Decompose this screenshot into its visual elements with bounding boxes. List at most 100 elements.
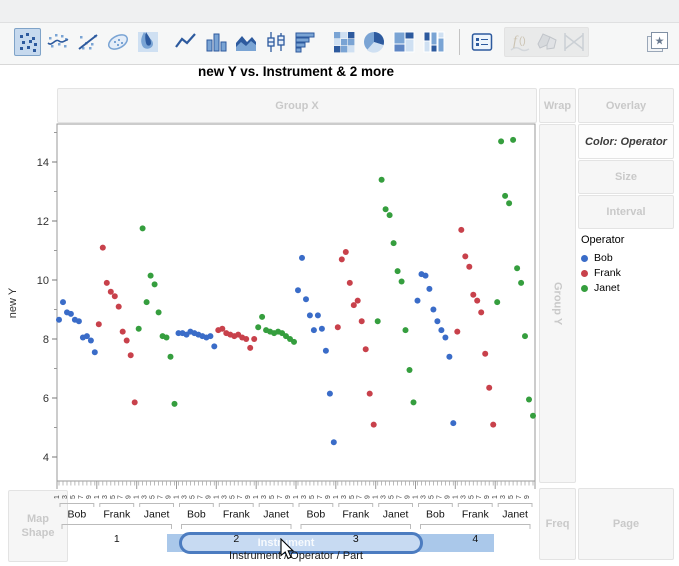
svg-text:5: 5 — [269, 495, 276, 499]
interval-drop-zone[interactable]: Interval — [578, 195, 674, 229]
svg-text:5: 5 — [389, 495, 396, 499]
star-window-button[interactable]: ★ — [645, 29, 671, 55]
svg-text:7: 7 — [197, 495, 204, 499]
graph-builder-window: f() ★ new Y vs. Instrument & 2 more Grou… — [0, 0, 679, 566]
svg-text:3: 3 — [301, 495, 308, 499]
tool-parallel-button[interactable] — [560, 28, 587, 56]
wrap-drop-zone[interactable]: Wrap — [539, 88, 576, 123]
plot-area[interactable] — [57, 124, 535, 481]
star-windows-icon: ★ — [645, 29, 671, 55]
line-of-fit-icon — [76, 30, 100, 54]
wrap-label: Wrap — [544, 99, 571, 113]
overlay-drop-zone[interactable]: Overlay — [578, 88, 674, 123]
group-x-drop-zone[interactable]: Group X — [57, 88, 537, 123]
svg-text:5: 5 — [110, 495, 117, 499]
control-panel-icon — [470, 30, 494, 54]
svg-text:Frank: Frank — [103, 509, 131, 521]
tool-heatmap-button[interactable] — [330, 28, 357, 56]
tool-bar-button[interactable] — [202, 28, 229, 56]
legend-entry-label: Janet — [594, 282, 620, 294]
legend-entry-frank[interactable]: Frank — [581, 267, 624, 279]
svg-text:7: 7 — [78, 495, 85, 499]
svg-text:Frank: Frank — [462, 509, 490, 521]
size-drop-zone[interactable]: Size — [578, 160, 674, 194]
box-plot-icon — [264, 30, 288, 54]
svg-text:1: 1 — [94, 495, 101, 499]
tool-area-button[interactable] — [232, 28, 259, 56]
svg-text:7: 7 — [476, 495, 483, 499]
svg-text:3: 3 — [182, 495, 189, 499]
svg-text:7: 7 — [357, 495, 364, 499]
svg-text:1: 1 — [333, 495, 340, 499]
mosaic-icon — [422, 30, 446, 54]
svg-text:Janet: Janet — [502, 509, 528, 521]
mouse-cursor — [280, 538, 296, 560]
svg-text:9: 9 — [205, 495, 212, 499]
svg-text:3: 3 — [102, 495, 109, 499]
legend-entry-bob[interactable]: Bob — [581, 252, 624, 264]
group-y-drop-zone[interactable]: Group Y — [539, 124, 576, 483]
svg-text:9: 9 — [86, 495, 93, 499]
tool-map-shapes-button[interactable] — [533, 28, 560, 56]
bar-icon — [204, 30, 228, 54]
pie-icon — [362, 30, 386, 54]
svg-text:1: 1 — [413, 495, 420, 499]
tool-points-button[interactable] — [14, 28, 41, 56]
svg-text:9: 9 — [166, 495, 173, 499]
svg-text:4: 4 — [43, 452, 49, 464]
tool-mosaic-button[interactable] — [420, 28, 447, 56]
tool-pie-button[interactable] — [360, 28, 387, 56]
legend-entry-label: Bob — [594, 252, 613, 264]
tool-formula-button[interactable]: f() — [506, 28, 533, 56]
group-y-label: Group Y — [551, 282, 565, 325]
tool-control-panel-button[interactable] — [468, 28, 495, 56]
tool-contour-button[interactable] — [134, 28, 161, 56]
svg-text:7: 7 — [118, 495, 125, 499]
svg-text:9: 9 — [285, 495, 292, 499]
legend-entry-label: Frank — [594, 267, 621, 279]
svg-text:7: 7 — [397, 495, 404, 499]
tool-treemap-button[interactable] — [390, 28, 417, 56]
treemap-icon — [392, 30, 416, 54]
scatter-points[interactable] — [56, 137, 536, 445]
smoother-icon — [46, 30, 70, 54]
svg-text:10: 10 — [37, 275, 49, 287]
svg-text:5: 5 — [468, 495, 475, 499]
freq-drop-zone[interactable]: Freq — [539, 488, 576, 560]
freq-label: Freq — [546, 517, 570, 531]
svg-text:1: 1 — [134, 495, 141, 499]
heatmap-icon — [332, 30, 356, 54]
overlay-label: Overlay — [606, 99, 646, 113]
svg-text:1: 1 — [114, 533, 120, 545]
svg-text:1: 1 — [452, 495, 459, 499]
tool-ellipse-button[interactable] — [104, 28, 131, 56]
ellipse-icon — [106, 30, 130, 54]
svg-text:3: 3 — [341, 495, 348, 499]
y-axis-title[interactable]: new Y — [7, 287, 19, 318]
svg-text:9: 9 — [325, 495, 332, 499]
svg-text:9: 9 — [484, 495, 491, 499]
tool-line-of-fit-button[interactable] — [74, 28, 101, 56]
disabled-tool-group: f() — [504, 27, 589, 57]
chart-type-toolbar: f() — [14, 27, 589, 57]
chart-canvas[interactable]: 468101214new Y13579135791357913579135791… — [0, 0, 679, 566]
svg-text:5: 5 — [428, 495, 435, 499]
janet-color-dot-icon — [581, 285, 588, 292]
toolbar-separator — [459, 29, 460, 55]
legend-entry-janet[interactable]: Janet — [581, 282, 624, 294]
tool-histogram-button[interactable] — [292, 28, 319, 56]
page-drop-zone[interactable]: Page — [578, 488, 674, 560]
svg-text:9: 9 — [365, 495, 372, 499]
group-x-label: Group X — [275, 99, 318, 113]
svg-text:5: 5 — [508, 495, 515, 499]
x-axis-title[interactable]: Instrument / Operator / Part — [57, 550, 535, 562]
svg-text:Bob: Bob — [426, 509, 445, 521]
legend: Operator Bob Frank Janet — [581, 234, 624, 297]
page-title: new Y vs. Instrument & 2 more — [57, 64, 535, 79]
svg-text:5: 5 — [349, 495, 356, 499]
tool-box-plot-button[interactable] — [262, 28, 289, 56]
color-drop-zone[interactable]: Color: Operator — [578, 124, 674, 159]
tool-line-button[interactable] — [172, 28, 199, 56]
line-icon — [174, 30, 198, 54]
tool-smoother-button[interactable] — [44, 28, 71, 56]
